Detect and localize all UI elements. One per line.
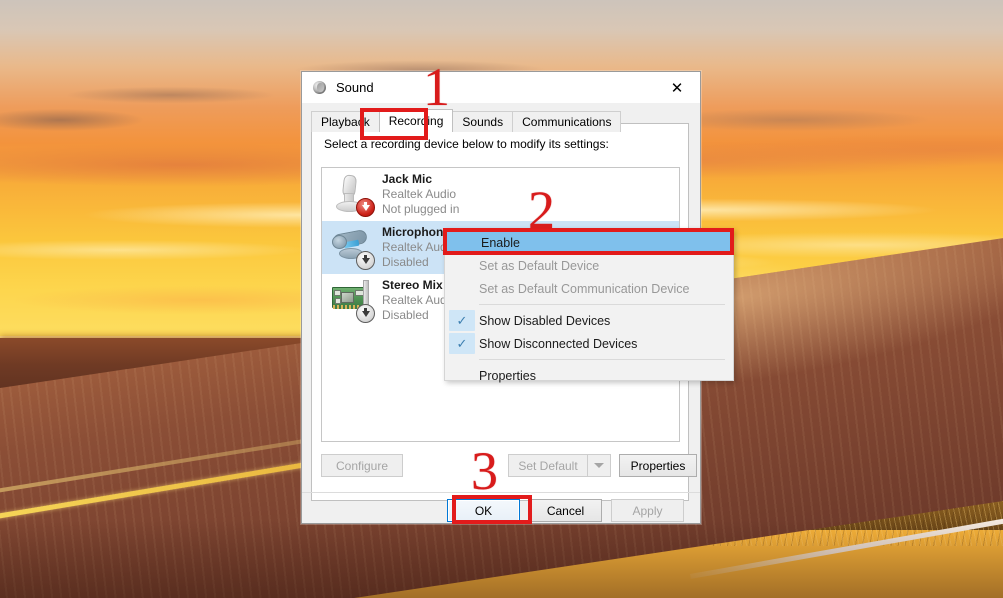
context-menu-item-set-as-default-communication-device[interactable]: Set as Default Communication Device	[445, 277, 733, 300]
menu-gutter: ✓	[445, 332, 479, 355]
checkmark-icon: ✓	[449, 310, 475, 331]
set-default-dropdown-button[interactable]	[587, 454, 611, 477]
ok-button[interactable]: OK	[447, 499, 520, 522]
sound-card-icon	[330, 279, 376, 323]
context-menu-item-set-as-default-device[interactable]: Set as Default Device	[445, 254, 733, 277]
checkmark-icon: ✓	[449, 333, 475, 354]
disabled-badge-icon	[356, 250, 375, 270]
context-menu-item-label: Properties	[479, 368, 536, 383]
device-action-buttons: Configure Set Default Properties	[302, 454, 700, 489]
tabstrip: Playback Recording Sounds Communications	[311, 109, 700, 132]
boom-microphone-icon	[330, 226, 376, 270]
close-icon[interactable]: ✕	[654, 72, 700, 103]
menu-gutter	[445, 277, 479, 300]
desktop: Sound ✕ Playback Recording Sounds Commun…	[0, 0, 1003, 598]
context-menu-item-properties[interactable]: Properties	[445, 364, 733, 387]
device-state: Not plugged in	[382, 201, 460, 216]
chevron-down-icon	[594, 463, 604, 468]
menu-separator	[479, 304, 725, 305]
menu-gutter	[445, 364, 479, 387]
device-text: Jack Mic Realtek Audio Not plugged in	[382, 172, 459, 216]
context-menu-item-label: Set as Default Device	[479, 258, 600, 273]
not-plugged-in-badge-icon	[356, 197, 375, 217]
speaker-icon	[312, 80, 328, 96]
tab-playback[interactable]: Playback	[311, 111, 380, 132]
context-menu-item-enable[interactable]: Enable	[447, 231, 731, 254]
dialog-footer: OK Cancel Apply	[302, 492, 700, 524]
menu-gutter	[445, 254, 479, 277]
configure-button[interactable]: Configure	[321, 454, 403, 477]
menu-gutter: ✓	[445, 309, 479, 332]
cancel-button[interactable]: Cancel	[529, 499, 602, 522]
device-driver: Realtek Audio	[382, 187, 457, 202]
menu-gutter	[447, 231, 481, 254]
device-list-item-jack-mic[interactable]: Jack Mic Realtek Audio Not plugged in	[322, 168, 679, 221]
context-menu-item-label: Enable	[481, 235, 520, 250]
context-menu-item-show-disabled-devices[interactable]: ✓ Show Disabled Devices	[445, 309, 733, 332]
context-menu-item-show-disconnected-devices[interactable]: ✓ Show Disconnected Devices	[445, 332, 733, 355]
menu-separator	[479, 359, 725, 360]
context-menu-item-label: Show Disabled Devices	[479, 313, 611, 328]
context-menu-item-label: Show Disconnected Devices	[479, 336, 638, 351]
tab-sounds[interactable]: Sounds	[452, 111, 514, 132]
tab-communications[interactable]: Communications	[512, 111, 622, 132]
context-menu-item-label: Set as Default Communication Device	[479, 281, 690, 296]
device-name: Jack Mic	[382, 172, 433, 187]
disabled-badge-icon	[356, 303, 375, 323]
tab-recording[interactable]: Recording	[378, 109, 454, 132]
dialog-titlebar[interactable]: Sound ✕	[302, 72, 700, 103]
desk-microphone-icon	[330, 173, 376, 217]
apply-button[interactable]: Apply	[611, 499, 684, 522]
properties-button[interactable]: Properties	[619, 454, 697, 477]
wallpaper-road-shadow	[0, 520, 1003, 598]
device-context-menu: Enable Set as Default Device Set as Defa…	[444, 228, 734, 383]
dialog-title: Sound	[336, 80, 374, 95]
panel-prompt: Select a recording device below to modif…	[324, 137, 609, 151]
set-default-button[interactable]: Set Default	[508, 454, 587, 477]
